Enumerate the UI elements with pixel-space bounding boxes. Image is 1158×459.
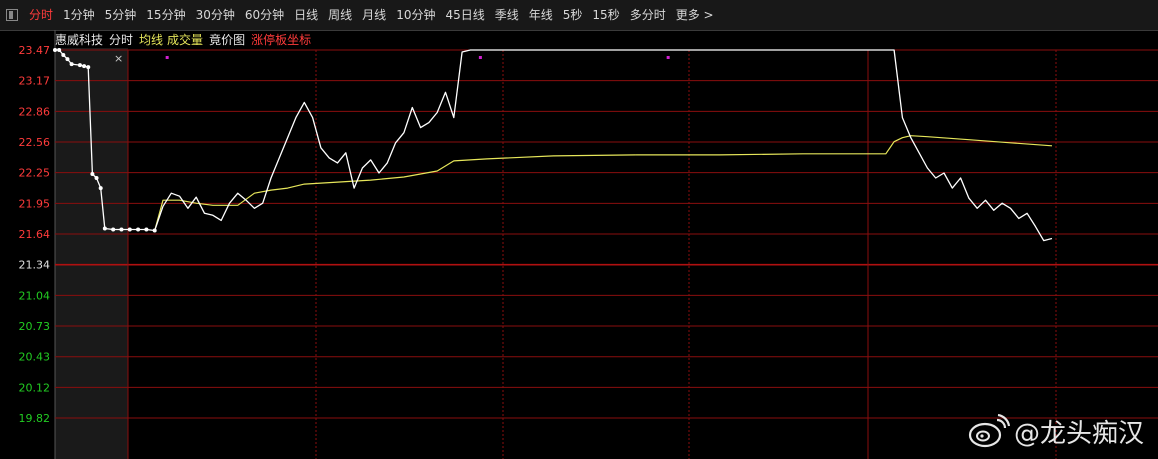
price-point [119, 227, 124, 232]
y-tick-label: 20.12 [19, 381, 51, 394]
price-point [61, 53, 66, 58]
chart-header: 惠威科技 分时 均线 成交量 竟价图 涨停板坐标 [55, 32, 317, 48]
y-tick-label: 20.43 [19, 351, 51, 364]
watermark: @龙头痴汉 [968, 412, 1144, 450]
y-tick-label: 22.56 [19, 136, 51, 149]
price-point [136, 227, 141, 232]
price-point [65, 57, 70, 62]
auction-region [55, 48, 128, 459]
close-icon[interactable]: × [114, 52, 123, 65]
y-tick-label: 21.64 [19, 228, 51, 241]
price-point [82, 64, 87, 69]
price-point [102, 226, 107, 231]
weibo-logo-icon [968, 414, 1010, 448]
price-point [94, 176, 99, 181]
price-line [55, 49, 1053, 242]
price-point [152, 228, 157, 233]
auction-toggle[interactable]: 竟价图 [209, 32, 245, 48]
event-marker [478, 56, 482, 59]
y-tick-label: 21.95 [19, 197, 51, 210]
price-point [90, 172, 95, 177]
y-tick-label: 22.86 [19, 105, 51, 118]
y-tick-label: 19.82 [19, 412, 51, 425]
price-point [77, 63, 82, 68]
price-point [57, 48, 62, 52]
volume-toggle[interactable]: 成交量 [167, 32, 203, 48]
avg-line-toggle[interactable]: 均线 [139, 32, 163, 48]
price-point [127, 227, 132, 232]
event-marker [165, 56, 169, 59]
y-tick-label: 23.47 [19, 44, 51, 57]
price-point [69, 62, 74, 67]
intraday-chart: 23.47 23.17 22.86 22.56 22.25 21.95 21.64 21.34… [19, 30, 1158, 459]
price-point [98, 186, 103, 191]
mode-label: 分时 [109, 33, 134, 47]
price-point [86, 65, 91, 70]
stock-name: 惠威科技 [55, 33, 104, 47]
event-marker [666, 56, 670, 59]
watermark-text: @龙头痴汉 [1013, 418, 1144, 449]
y-tick-label: 21.04 [19, 289, 51, 302]
price-point [53, 48, 57, 52]
y-tick-label: 22.25 [19, 167, 51, 180]
price-point [111, 227, 116, 232]
y-tick-label: 21.34 [19, 259, 51, 272]
price-point [144, 227, 149, 232]
limit-axis-toggle[interactable]: 涨停板坐标 [251, 32, 311, 48]
y-tick-label: 23.17 [19, 75, 51, 88]
y-tick-label: 20.73 [19, 320, 51, 333]
